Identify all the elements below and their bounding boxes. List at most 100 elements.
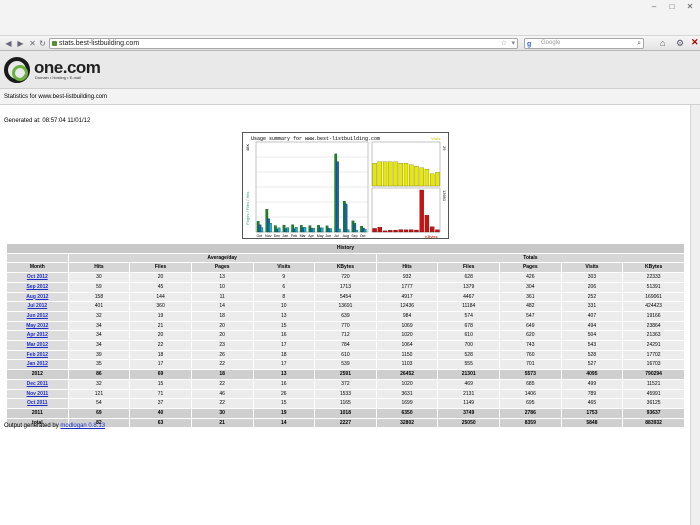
- table-cell: 14: [190, 301, 254, 312]
- month-cell: Jul 2012: [6, 301, 69, 312]
- table-row: Jun 2012 32 19 18 13 639 984 574 547 407 19166: [6, 310, 685, 322]
- back-icon[interactable]: ◀: [3, 38, 14, 49]
- table-cell: 1103: [375, 359, 439, 371]
- bar-kbytes: [435, 229, 440, 233]
- table-cell: 86: [67, 369, 131, 380]
- table-cell: 39: [67, 349, 131, 361]
- bar-pages: [320, 227, 324, 233]
- table-cell: 21363: [622, 330, 685, 342]
- table-cell: 16703: [622, 359, 685, 371]
- month-cell: Aug 2012: [6, 291, 69, 303]
- address-bar[interactable]: stats.best-listbuilding.com ☆ ▾: [49, 38, 518, 49]
- table-row: Oct 2012 30 20 13 9 720 932 628 426 303 22333: [6, 272, 685, 283]
- table-cell: 17: [252, 340, 316, 351]
- table-cell: 743: [499, 340, 562, 351]
- forward-icon[interactable]: ▶: [15, 38, 26, 49]
- maximize-icon[interactable]: □: [664, 2, 680, 12]
- table-cell: 543: [560, 340, 624, 351]
- kbytes-ymax-label: 13691: [442, 190, 447, 202]
- vertical-scrollbar[interactable]: [690, 105, 700, 525]
- table-cell: 720: [314, 272, 377, 283]
- month-link[interactable]: Jun 2012: [27, 313, 48, 319]
- close-tab-icon[interactable]: ✕: [691, 37, 699, 48]
- bar-kbytes: [382, 230, 388, 233]
- table-cell: 1064: [375, 340, 439, 351]
- bar-visits: [403, 163, 409, 187]
- table-row: Aug 2012 158 144 11 8 5454 4917 4467 361 252 16906…: [6, 291, 685, 303]
- table-row: 2011 69 40 30 19 1018 6350 3749 2786 1753 93637: [6, 407, 685, 419]
- bookmark-star-icon[interactable]: ☆: [501, 39, 507, 48]
- table-cell: 883932: [622, 417, 685, 429]
- table-cell: 3749: [437, 407, 500, 419]
- table-cell: 32: [67, 310, 131, 322]
- blank-header-cell: [6, 252, 69, 264]
- table-cell: 789: [560, 388, 624, 400]
- table-row: Mar 2012 34 22 23 17 784 1064 700 743 543 24291: [6, 340, 685, 351]
- month-link[interactable]: Sep 2012: [26, 284, 48, 290]
- bar-pages: [269, 223, 272, 233]
- reload-icon[interactable]: ↻: [37, 38, 48, 49]
- table-cell: 4917: [375, 291, 439, 303]
- month-link[interactable]: Feb 2012: [27, 352, 48, 358]
- month-link[interactable]: Apr 2012: [27, 332, 48, 338]
- table-row: total 82 63 21 14 2227 32802 25050 8359 5848 88393…: [6, 417, 685, 429]
- close-window-icon[interactable]: ✕: [682, 2, 698, 12]
- x-tick-label: Dec: [274, 234, 281, 238]
- bar-visits: [435, 172, 440, 187]
- bar-kbytes: [429, 226, 435, 233]
- table-cell: 15: [252, 320, 316, 332]
- browser-navbar: ◀ ▶ ✕ ↻ stats.best-listbuilding.com ☆ ▾ …: [0, 36, 700, 51]
- month-link[interactable]: May 2012: [26, 323, 48, 329]
- search-icon[interactable]: ⌕: [637, 39, 641, 48]
- table-cell: 13: [190, 272, 254, 283]
- bar-kbytes: [398, 229, 403, 233]
- table-cell: 22: [190, 378, 254, 390]
- table-cell: 37: [129, 398, 192, 409]
- table-cell: 40: [129, 407, 192, 419]
- table-cell: 93637: [622, 407, 685, 419]
- table-row: Oct 2011 54 37 22 15 1165 1699 1149 695 465 36125: [6, 398, 685, 409]
- table-cell: 19: [129, 310, 192, 322]
- table-cell: 984: [375, 310, 439, 322]
- x-tick-label: Jan: [282, 234, 288, 238]
- site-header: one.com Domain • Hosting • E-mail: [0, 51, 700, 89]
- search-placeholder: Google: [541, 40, 561, 46]
- x-tick-label: Apr: [308, 234, 314, 238]
- month-link[interactable]: Dec 2011: [27, 381, 48, 387]
- column-header: Hits: [375, 262, 439, 274]
- home-icon[interactable]: ⌂: [660, 38, 665, 48]
- month-link[interactable]: Oct 2011: [27, 400, 48, 406]
- avg-day-header: Average/day: [67, 252, 377, 264]
- history-table-body: Oct 2012 30 20 13 9 720 932 628 426 303 22333 Sep 2…: [6, 272, 685, 429]
- table-cell: 45991: [622, 388, 685, 400]
- table-cell: 20: [190, 320, 254, 332]
- search-box[interactable]: g Google ⌕: [524, 38, 644, 49]
- month-link[interactable]: Nov 2011: [26, 391, 48, 397]
- month-cell: Oct 2012: [6, 272, 69, 283]
- table-cell: 12436: [375, 301, 439, 312]
- table-row: Apr 2012 34 20 20 16 712 1020 610 620 504 21363: [6, 330, 685, 342]
- table-cell: 22: [190, 398, 254, 409]
- tools-icon[interactable]: ⚙: [676, 38, 684, 49]
- table-cell: 23864: [622, 320, 685, 332]
- month-link[interactable]: Jul 2012: [27, 303, 47, 309]
- table-cell: 620: [499, 330, 562, 342]
- table-cell: 46: [190, 388, 254, 400]
- table-cell: 649: [499, 320, 562, 332]
- url-dropdown-icon[interactable]: ▾: [511, 39, 515, 48]
- minimize-icon[interactable]: –: [646, 2, 662, 12]
- bar-visits: [382, 161, 388, 187]
- kbytes-label: KBytes: [425, 234, 438, 239]
- month-link[interactable]: Mar 2012: [27, 342, 48, 348]
- month-link[interactable]: Aug 2012: [26, 294, 48, 300]
- table-cell: 22: [190, 359, 254, 371]
- bar-pages: [294, 227, 298, 233]
- table-cell: 26: [252, 388, 316, 400]
- modlogan-link[interactable]: modlogan 0.8.13: [60, 423, 105, 429]
- month-link[interactable]: Oct 2012: [27, 274, 48, 280]
- month-link[interactable]: Jan 2012: [27, 361, 48, 367]
- table-cell: 401: [67, 301, 131, 312]
- table-cell: 790294: [622, 369, 685, 380]
- table-cell: 20: [129, 272, 192, 283]
- month-cell: Apr 2012: [6, 330, 69, 342]
